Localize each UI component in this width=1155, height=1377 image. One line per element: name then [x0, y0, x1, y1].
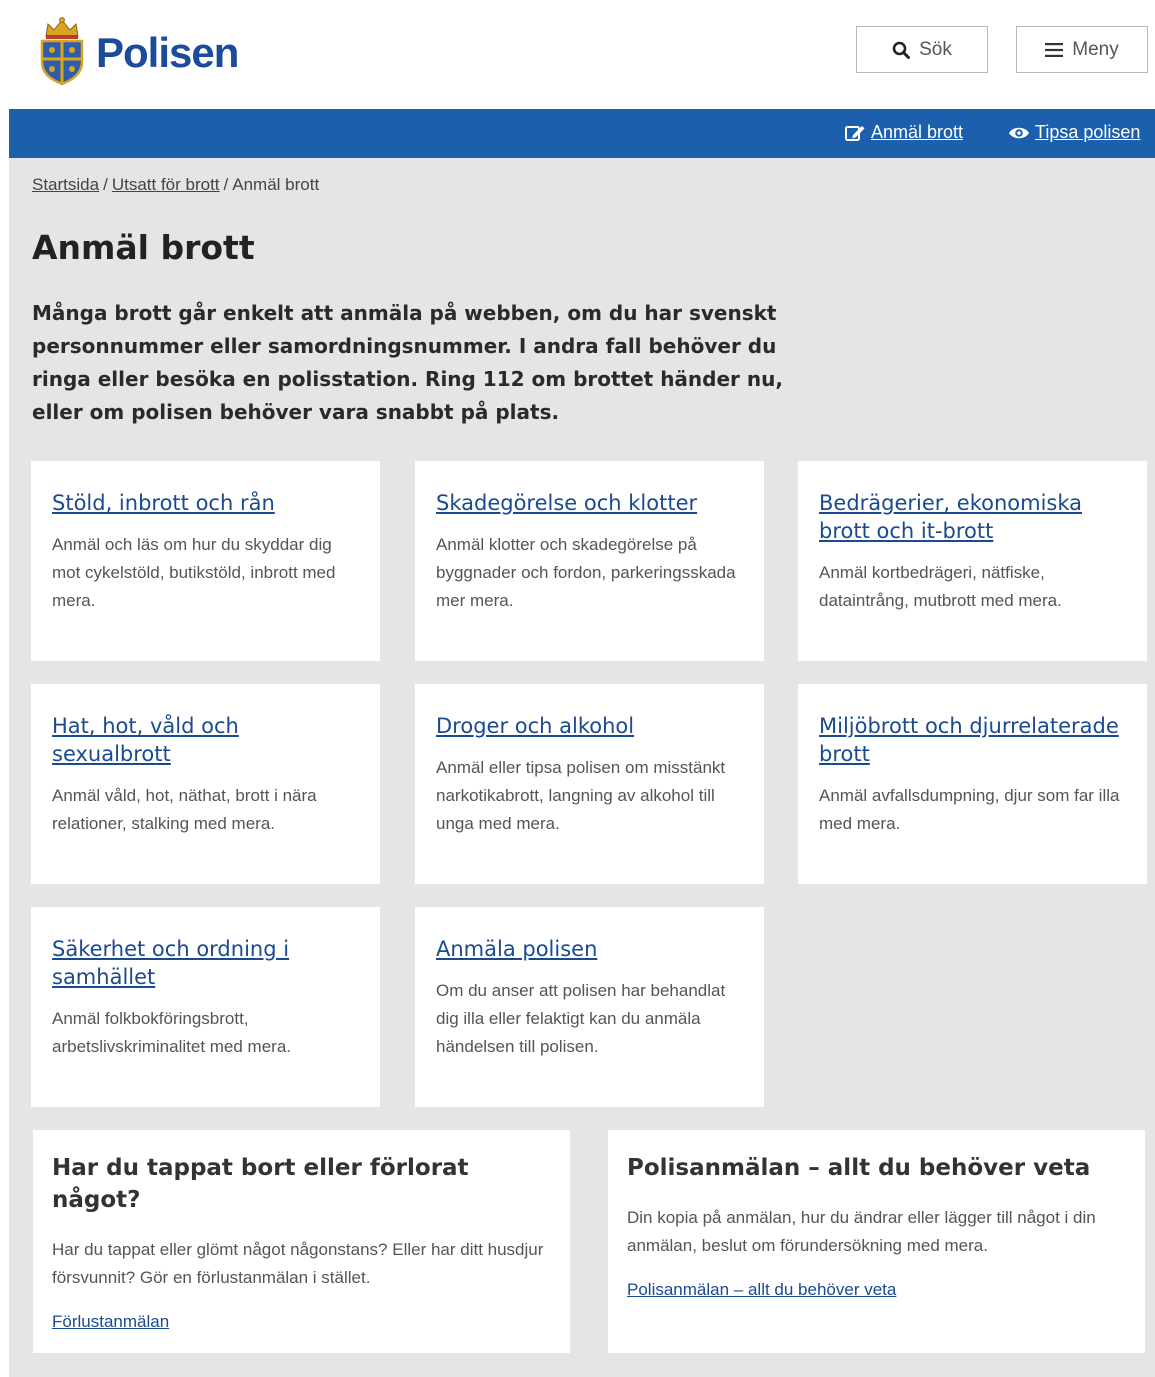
tip-police-link[interactable]: Tipsa polisen: [1008, 122, 1140, 143]
category-card-desc: Anmäl våld, hot, näthat, brott i nära re…: [52, 786, 317, 833]
eye-icon: [1008, 125, 1030, 141]
menu-button[interactable]: Meny: [1016, 26, 1148, 73]
category-card-title[interactable]: Droger och alkohol: [436, 712, 744, 740]
category-card-desc: Anmäl eller tipsa polisen om misstänkt n…: [436, 758, 726, 833]
category-card[interactable]: Säkerhet och ordning i samhället Anmäl f…: [31, 907, 380, 1107]
search-button-label: Sök: [919, 38, 952, 60]
category-card-desc: Anmäl folkbokföringsbrott, arbetslivskri…: [52, 1009, 292, 1056]
category-card-desc: Om du anser att polisen har behandlat di…: [436, 981, 726, 1056]
breadcrumb: Startsida / Utsatt för brott / Anmäl brott: [32, 175, 319, 195]
police-report-info-link[interactable]: Polisanmälan – allt du behöver veta: [627, 1280, 896, 1299]
category-card-title[interactable]: Anmäla polisen: [436, 935, 744, 963]
category-card-title[interactable]: Hat, hot, våld och sexualbrott: [52, 712, 360, 768]
category-card-title[interactable]: Bedrägerier, ekonomiska brott och it-bro…: [819, 489, 1127, 545]
category-card[interactable]: Miljöbrott och djurrelaterade brott Anmä…: [798, 684, 1147, 884]
site-header: Polisen Sök Meny: [0, 0, 1155, 109]
category-card[interactable]: Skadegörelse och klotter Anmäl klotter o…: [415, 461, 764, 661]
report-crime-label: Anmäl brott: [871, 122, 964, 142]
brand-name: Polisen: [96, 29, 239, 76]
category-card[interactable]: Droger och alkohol Anmäl eller tipsa pol…: [415, 684, 764, 884]
lost-property-desc: Har du tappat eller glömt något någonsta…: [52, 1240, 544, 1287]
top-action-bar: Anmäl brott Tipsa polisen: [9, 109, 1155, 158]
police-report-info-desc: Din kopia på anmälan, hur du ändrar elle…: [627, 1208, 1096, 1255]
report-crime-link[interactable]: Anmäl brott: [845, 122, 963, 143]
category-card-desc: Anmäl avfallsdumpning, djur som far illa…: [819, 786, 1120, 833]
search-icon: [892, 41, 911, 59]
category-card-desc: Anmäl kortbedrägeri, nätfiske, dataintrå…: [819, 563, 1062, 610]
edit-icon: [845, 124, 866, 142]
lost-property-title: Har du tappat bort eller förlorat något?: [52, 1155, 469, 1213]
logo[interactable]: Polisen: [34, 12, 239, 90]
police-report-info-card: Polisanmälan – allt du behöver veta Din …: [608, 1130, 1145, 1353]
breadcrumb-current: Anmäl brott: [232, 175, 320, 194]
police-emblem-icon: [34, 12, 90, 90]
breadcrumb-separator: /: [103, 175, 108, 194]
category-card-title[interactable]: Säkerhet och ordning i samhället: [52, 935, 360, 991]
category-card[interactable]: Stöld, inbrott och rån Anmäl och läs om …: [31, 461, 380, 661]
category-card[interactable]: Hat, hot, våld och sexualbrott Anmäl vål…: [31, 684, 380, 884]
breadcrumb-separator: /: [223, 175, 229, 194]
main-content: Startsida / Utsatt för brott / Anmäl brott A…: [9, 158, 1155, 1377]
category-card[interactable]: Bedrägerier, ekonomiska brott och it-bro…: [798, 461, 1147, 661]
breadcrumb-utsatt[interactable]: Utsatt för brott: [112, 175, 220, 194]
page-title: Anmäl brott: [32, 228, 255, 267]
category-card-title[interactable]: Skadegörelse och klotter: [436, 489, 744, 517]
category-card-desc: Anmäl och läs om hur du skyddar dig mot …: [52, 535, 336, 610]
tip-police-label: Tipsa polisen: [1035, 122, 1141, 142]
category-card-desc: Anmäl klotter och skadegörelse på byggna…: [436, 535, 736, 610]
category-card[interactable]: Anmäla polisen Om du anser att polisen h…: [415, 907, 764, 1107]
lost-property-link[interactable]: Förlustanmälan: [52, 1312, 169, 1331]
breadcrumb-startsida[interactable]: Startsida: [32, 175, 99, 194]
menu-button-label: Meny: [1072, 38, 1119, 60]
police-report-info-title: Polisanmälan – allt du behöver veta: [627, 1155, 1091, 1181]
category-card-title[interactable]: Miljöbrott och djurrelaterade brott: [819, 712, 1127, 768]
search-button[interactable]: Sök: [856, 26, 988, 73]
hamburger-icon: [1045, 42, 1064, 57]
category-card-title[interactable]: Stöld, inbrott och rån: [52, 489, 360, 517]
intro-text: Många brott går enkelt att anmäla på web…: [32, 301, 783, 424]
lost-property-card: Har du tappat bort eller förlorat något?…: [33, 1130, 570, 1353]
